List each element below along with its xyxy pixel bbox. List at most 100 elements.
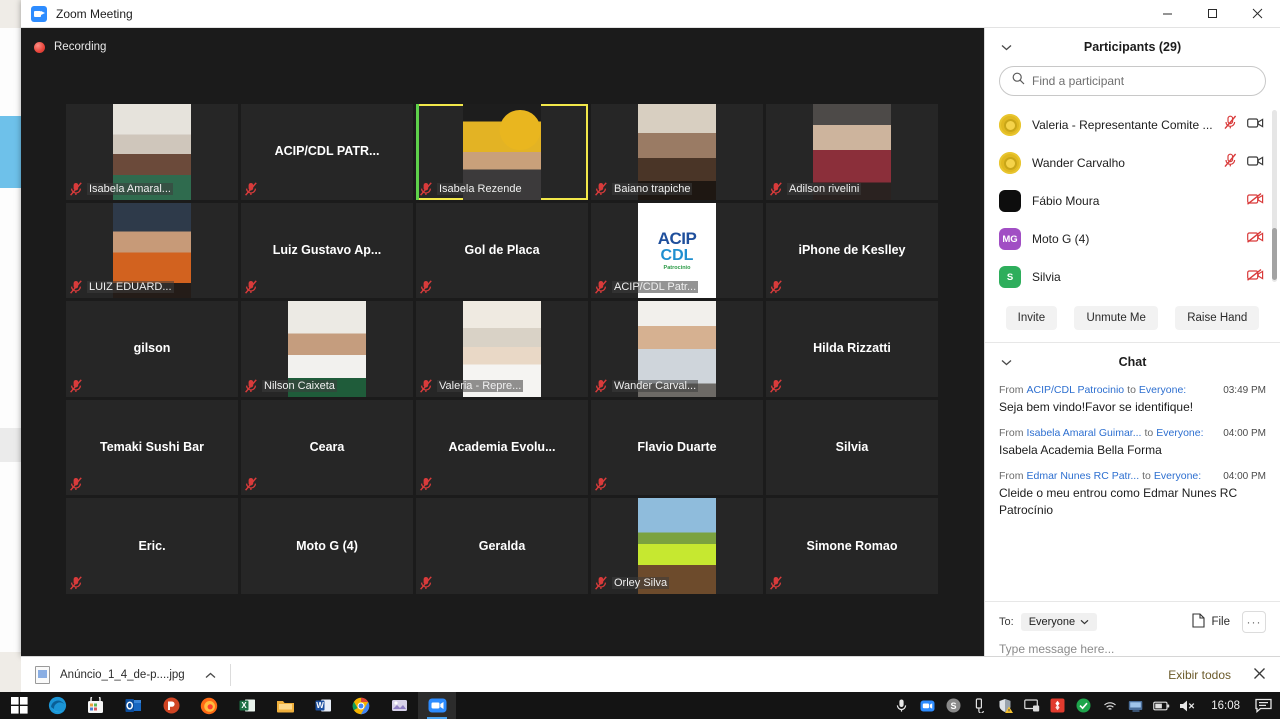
chat-sender[interactable]: Isabela Amaral Guimar... [1027, 426, 1142, 441]
download-item[interactable]: Anúncio_1_4_de-p....jpg [35, 666, 216, 684]
mic-muted-icon[interactable] [1224, 115, 1237, 135]
video-tile[interactable]: Eric. [66, 498, 238, 594]
notifications-icon[interactable] [1255, 697, 1272, 714]
chevron-down-icon[interactable] [1001, 38, 1012, 56]
video-tile[interactable]: iPhone de Keslley [766, 203, 938, 299]
usb-device-icon[interactable] [971, 697, 988, 714]
network-icon[interactable] [1127, 697, 1144, 714]
chrome-icon[interactable] [342, 692, 380, 719]
chat-message-input[interactable]: Type message here... [999, 642, 1266, 656]
video-tile[interactable]: Luiz Gustavo Ap... [241, 203, 413, 299]
participant-row[interactable]: Fábio Moura [999, 182, 1280, 220]
volume-muted-icon[interactable] [1179, 697, 1196, 714]
photos-icon[interactable] [380, 692, 418, 719]
close-button[interactable] [1235, 0, 1280, 28]
video-tile[interactable]: ACIP/CDL PATR... [241, 104, 413, 200]
video-on-icon[interactable] [1247, 154, 1264, 172]
security-warning-icon[interactable] [997, 697, 1014, 714]
video-tile[interactable]: ACIPCDLPatrocinioACIP/CDL Patr... [591, 203, 763, 299]
zoom-tray-icon[interactable] [919, 697, 936, 714]
close-icon[interactable] [1253, 667, 1266, 683]
start-button-icon[interactable] [0, 692, 38, 719]
microsoft-store-icon[interactable] [76, 692, 114, 719]
send-file-button[interactable]: File [1192, 613, 1230, 631]
outlook-icon[interactable] [114, 692, 152, 719]
tile-badge-name: Orley Silva [612, 577, 669, 589]
video-tile[interactable]: Orley Silva [591, 498, 763, 594]
display-icon[interactable] [1023, 697, 1040, 714]
microphone-icon[interactable] [893, 697, 910, 714]
svg-text:S: S [951, 701, 957, 711]
recording-indicator[interactable]: Recording [21, 28, 106, 66]
video-tile[interactable]: Nilson Caixeta [241, 301, 413, 397]
skype-icon[interactable]: S [945, 697, 962, 714]
participants-scroll-thumb[interactable] [1272, 228, 1277, 280]
video-tile[interactable]: Moto G (4) [241, 498, 413, 594]
participant-row[interactable]: MGMoto G (4) [999, 220, 1280, 258]
invite-button[interactable]: Invite [1006, 306, 1058, 330]
taskbar-clock[interactable]: 16:08 [1211, 700, 1240, 712]
video-tile[interactable]: Wander Carval... [591, 301, 763, 397]
video-tile[interactable]: Geralda [416, 498, 588, 594]
tile-status-badge: LUIZ EDUARD... [70, 280, 174, 294]
video-on-icon[interactable] [1247, 116, 1264, 134]
video-off-icon[interactable] [1247, 192, 1264, 210]
participant-search-box[interactable] [999, 66, 1266, 96]
firefox-icon[interactable] [190, 692, 228, 719]
video-tile[interactable]: Isabela Rezende [416, 104, 588, 200]
file-explorer-icon[interactable] [266, 692, 304, 719]
chevron-down-icon[interactable] [1001, 353, 1012, 371]
video-tile[interactable]: Flavio Duarte [591, 400, 763, 496]
video-tile[interactable]: Simone Romao [766, 498, 938, 594]
video-tile[interactable]: gilson [66, 301, 238, 397]
word-icon[interactable]: W [304, 692, 342, 719]
chat-sender[interactable]: Edmar Nunes RC Patr... [1027, 469, 1140, 484]
zoom-taskbar-icon[interactable] [418, 692, 456, 719]
participant-row[interactable]: Wander Carvalho [999, 144, 1280, 182]
video-tile[interactable]: Adilson rivelini [766, 104, 938, 200]
recording-tray-icon[interactable] [1049, 697, 1066, 714]
video-tile[interactable]: Valeria - Repre... [416, 301, 588, 397]
video-tile[interactable]: Hilda Rizzatti [766, 301, 938, 397]
chevron-up-icon[interactable] [205, 666, 216, 684]
chat-sender[interactable]: ACIP/CDL Patrocinio [1027, 383, 1125, 398]
tile-display-name: Simone Romao [801, 539, 904, 554]
unmute-me-button[interactable]: Unmute Me [1074, 306, 1157, 330]
chat-recipient[interactable]: Everyone: [1156, 426, 1203, 441]
wifi-icon[interactable] [1101, 697, 1118, 714]
video-tile[interactable]: LUIZ EDUARD... [66, 203, 238, 299]
chat-more-options-button[interactable]: ··· [1242, 611, 1266, 633]
video-tile[interactable]: Academia Evolu... [416, 400, 588, 496]
chat-recipient[interactable]: Everyone: [1139, 383, 1186, 398]
file-icon [1192, 613, 1205, 631]
powerpoint-icon[interactable] [152, 692, 190, 719]
participants-scrollbar[interactable] [1272, 110, 1277, 282]
antivirus-shield-icon[interactable] [1075, 697, 1092, 714]
video-tile[interactable]: Ceara [241, 400, 413, 496]
chat-recipient[interactable]: Everyone: [1154, 469, 1201, 484]
chat-recipient-select[interactable]: Everyone [1021, 613, 1097, 631]
minimize-button[interactable] [1145, 0, 1190, 28]
video-off-icon[interactable] [1247, 230, 1264, 248]
edge-icon[interactable] [38, 692, 76, 719]
raise-hand-button[interactable]: Raise Hand [1175, 306, 1259, 330]
battery-icon[interactable] [1153, 697, 1170, 714]
participant-row[interactable]: SSilvia [999, 258, 1280, 296]
participant-row[interactable]: Valeria - Representante Comite ... [999, 106, 1280, 144]
tile-display-name: Eric. [132, 539, 171, 554]
video-tile[interactable]: Isabela Amaral... [66, 104, 238, 200]
video-off-icon[interactable] [1247, 268, 1264, 286]
show-all-downloads-button[interactable]: Exibir todos [1168, 668, 1231, 682]
tile-badge-name: Isabela Amaral... [87, 183, 173, 195]
excel-icon[interactable]: X [228, 692, 266, 719]
participant-action-buttons: Invite Unmute Me Raise Hand [985, 296, 1280, 342]
video-tile[interactable]: Baiano trapiche [591, 104, 763, 200]
video-tile[interactable]: Gol de Placa [416, 203, 588, 299]
recording-label: Recording [54, 41, 106, 53]
video-tile[interactable]: Temaki Sushi Bar [66, 400, 238, 496]
video-tile[interactable]: Silvia [766, 400, 938, 496]
search-input[interactable] [1032, 74, 1253, 88]
maximize-button[interactable] [1190, 0, 1235, 28]
mic-muted-icon[interactable] [1224, 153, 1237, 173]
tile-display-name: Luiz Gustavo Ap... [267, 243, 388, 258]
